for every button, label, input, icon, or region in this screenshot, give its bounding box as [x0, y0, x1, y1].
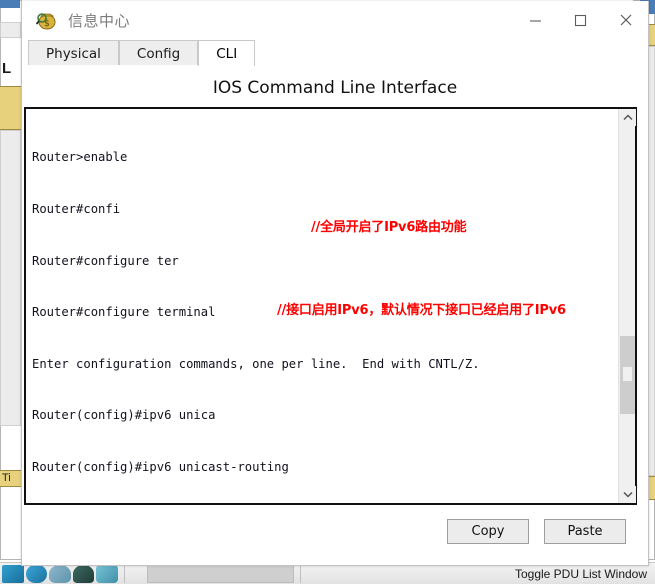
copy-button[interactable]: Copy	[447, 519, 529, 544]
tab-config[interactable]: Config	[118, 40, 199, 66]
close-button[interactable]	[603, 1, 648, 39]
terminal-line: Enter configuration commands, one per li…	[32, 356, 480, 371]
taskbar-divider	[123, 564, 125, 583]
terminal-line: Router(config)#ipv6 unicast-routing	[32, 459, 289, 474]
ios-cli-window: $ 信息中心 Physical Config CLI IOS Command L…	[21, 1, 649, 566]
scroll-up-icon[interactable]	[619, 109, 636, 126]
money-bag-magnifier-icon: $	[35, 9, 58, 31]
terminal-line: Router>enable	[32, 150, 128, 165]
taskbar-app-icon[interactable]	[96, 564, 118, 583]
taskbar-edge-icon[interactable]	[25, 564, 48, 583]
tab-cli-label: CLI	[216, 46, 238, 62]
tab-physical-label: Physical	[46, 46, 101, 62]
background-left-label: L	[2, 60, 12, 77]
window-controls	[513, 1, 648, 39]
taskbar-start-icon[interactable]	[2, 564, 24, 583]
terminal-line: Router#confi	[32, 202, 121, 216]
window-title: 信息中心	[68, 11, 131, 30]
terminal-frame: Router>enable Router#confi Router#config…	[24, 107, 637, 505]
background-yellow-strip-left	[0, 86, 21, 130]
taskbar-divider-2	[299, 564, 301, 583]
window-body: IOS Command Line Interface Router>enable…	[22, 66, 648, 565]
tab-config-label: Config	[136, 46, 181, 62]
tab-cli[interactable]: CLI	[198, 40, 256, 66]
window-titlebar: $ 信息中心	[22, 1, 648, 39]
maximize-button[interactable]	[558, 1, 603, 39]
taskbar-window-button[interactable]	[146, 564, 294, 583]
terminal-line: Router(config)#ipv6 unica	[32, 408, 216, 423]
background-scenario-label: Ti	[2, 472, 11, 484]
terminal-scrollbar[interactable]	[618, 109, 636, 503]
page-title: IOS Command Line Interface	[212, 78, 458, 98]
taskbar-explorer-icon[interactable]	[49, 564, 71, 583]
tab-physical[interactable]: Physical	[28, 40, 119, 66]
taskbar-pen-icon[interactable]	[133, 565, 147, 583]
terminal-output[interactable]: Router>enable Router#confi Router#config…	[26, 109, 618, 503]
toggle-pdu-list-window-label[interactable]: Toggle PDU List Window	[507, 567, 655, 581]
background-panel-left	[0, 130, 21, 426]
tab-strip: Physical Config CLI	[22, 39, 648, 66]
terminal-line: Router#configure ter	[32, 253, 179, 268]
annotation-ipv6-routing: //全局开启了IPv6路由功能	[311, 220, 467, 235]
annotation-ipv6-enable: //接口启用IPv6，默认情况下接口已经启用了IPv6	[277, 303, 566, 318]
dialog-button-row: Copy Paste	[22, 519, 648, 544]
background-toolbar-left	[0, 22, 21, 38]
scroll-down-icon[interactable]	[619, 486, 636, 503]
paste-button[interactable]: Paste	[544, 519, 626, 544]
background-titlebar-accent	[0, 0, 20, 8]
minimize-button[interactable]	[513, 1, 558, 39]
taskbar-packettracer-icon[interactable]	[72, 564, 95, 583]
scrollbar-thumb[interactable]	[620, 336, 635, 414]
